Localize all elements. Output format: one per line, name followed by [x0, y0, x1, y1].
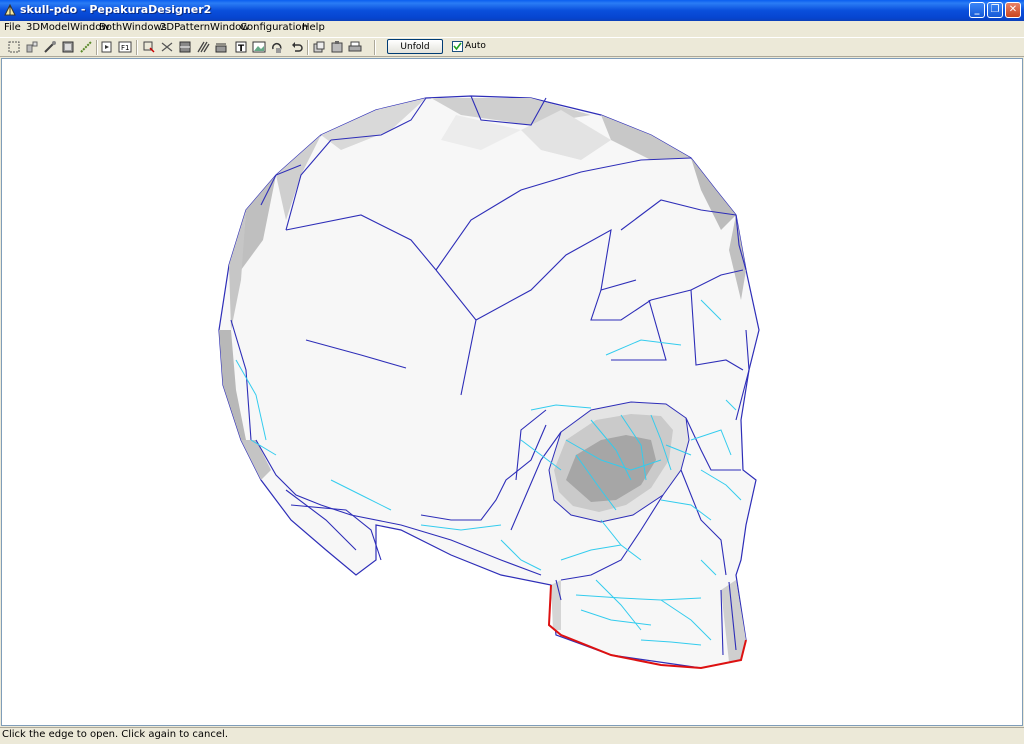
- unfold-button[interactable]: Unfold: [387, 39, 443, 54]
- menu-bar: File 3DModelWindow BothWindows 2DPattern…: [0, 21, 1024, 37]
- window-title: skull-pdo - PepakuraDesigner2: [20, 3, 212, 16]
- edge-select-icon[interactable]: [142, 40, 156, 54]
- print-icon[interactable]: [348, 40, 362, 54]
- undo-icon[interactable]: [290, 40, 304, 54]
- svg-text:T: T: [238, 44, 245, 54]
- title-bar[interactable]: skull-pdo - PepakuraDesigner2 _ ❐ ✕: [0, 0, 1024, 21]
- paste-icon[interactable]: [330, 40, 344, 54]
- menu-help[interactable]: Help: [302, 22, 325, 33]
- menu-file[interactable]: File: [4, 22, 21, 33]
- restore-button[interactable]: ❐: [987, 2, 1003, 18]
- toolbar-separator: [136, 40, 138, 55]
- skull-3d-model[interactable]: [2, 59, 1022, 725]
- face-icon[interactable]: [178, 40, 192, 54]
- fold-line-icon[interactable]: T: [234, 40, 248, 54]
- rotate-part-icon[interactable]: [270, 40, 284, 54]
- menu-configuration[interactable]: Configuration: [240, 22, 308, 33]
- svg-text:F1: F1: [121, 44, 129, 52]
- close-button[interactable]: ✕: [1005, 2, 1021, 18]
- auto-label: Auto: [465, 41, 486, 51]
- flap-icon[interactable]: [196, 40, 210, 54]
- toolbar-separator: [374, 40, 376, 55]
- toolbar-separator: [307, 40, 309, 55]
- menu-3d-model-window[interactable]: 3DModelWindow: [26, 22, 110, 33]
- select-icon[interactable]: [7, 40, 21, 54]
- copy-icon[interactable]: [312, 40, 326, 54]
- join-icon[interactable]: [100, 40, 114, 54]
- edge-icon[interactable]: [79, 40, 93, 54]
- rotate-icon[interactable]: [43, 40, 57, 54]
- minimize-button[interactable]: _: [969, 2, 985, 18]
- cut-icon[interactable]: [160, 40, 174, 54]
- image-icon[interactable]: [252, 40, 266, 54]
- menu-both-windows[interactable]: BothWindows: [99, 22, 167, 33]
- skull-silhouette: [218, 95, 760, 669]
- toolbar-separator: [96, 40, 98, 55]
- smooth-icon[interactable]: [214, 40, 228, 54]
- status-bar: Click the edge to open. Click again to c…: [0, 727, 1024, 744]
- 3d-model-viewport[interactable]: [1, 58, 1023, 726]
- menu-2d-pattern-window[interactable]: 2DPatternWindow: [160, 22, 249, 33]
- texture-icon[interactable]: [61, 40, 75, 54]
- checkmark-icon: [453, 42, 462, 51]
- move-icon[interactable]: [25, 40, 39, 54]
- auto-checkbox[interactable]: [452, 41, 463, 52]
- toolbar: F1 T Unfold Auto: [0, 37, 1024, 57]
- status-message: Click the edge to open. Click again to c…: [2, 729, 229, 740]
- pepakura-app-icon: [4, 3, 16, 16]
- fit-icon[interactable]: F1: [118, 40, 132, 54]
